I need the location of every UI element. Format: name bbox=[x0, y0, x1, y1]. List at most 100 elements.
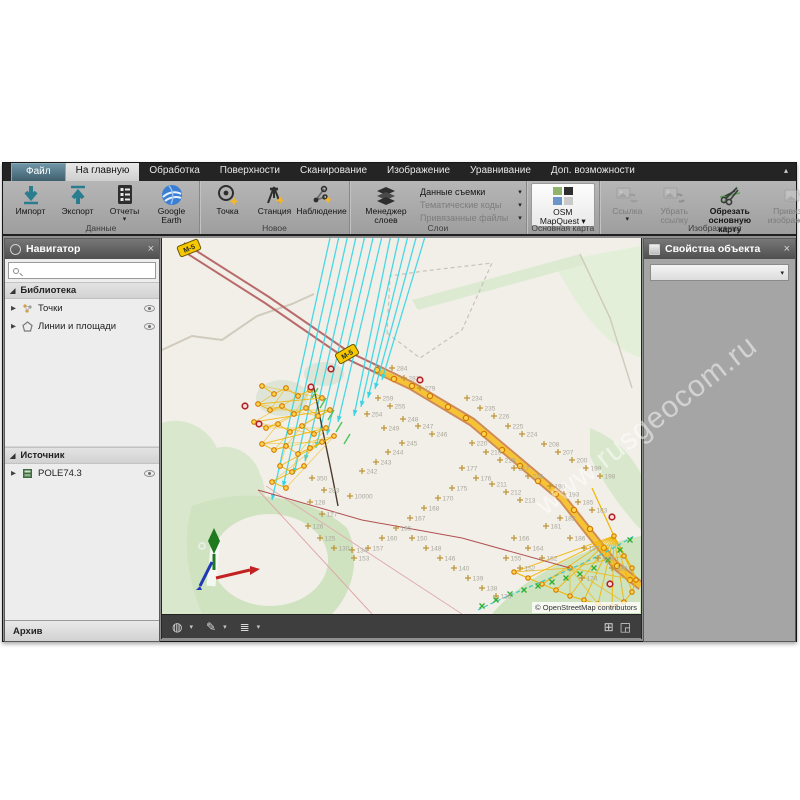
layer-manager-button[interactable]: Менеджерслоев bbox=[354, 183, 418, 225]
survey-point bbox=[445, 404, 450, 409]
ribbon-group-label: Изображения bbox=[600, 223, 800, 233]
point-button[interactable]: Точка bbox=[204, 183, 251, 216]
ribbon-group-label: Слои bbox=[350, 223, 526, 233]
tab-поверхности[interactable]: Поверхности bbox=[210, 163, 290, 181]
point-label: 283 bbox=[329, 488, 340, 495]
survey-point bbox=[409, 383, 414, 388]
chevron-down-icon[interactable]: ▾ bbox=[223, 623, 227, 631]
expander-icon[interactable]: ▶ bbox=[11, 304, 17, 312]
unlink-button[interactable]: Убратьссылку bbox=[651, 183, 698, 225]
tree-item-pole74.3[interactable]: ▶POLE74.3 bbox=[5, 464, 159, 482]
survey-point bbox=[328, 408, 333, 413]
point-label: 166 bbox=[519, 536, 530, 543]
survey-point bbox=[308, 446, 313, 451]
point-label: 212 bbox=[511, 490, 522, 497]
close-icon[interactable]: × bbox=[784, 243, 790, 255]
tab-файл[interactable]: Файл bbox=[11, 163, 66, 181]
chevron-down-icon[interactable]: ▾ bbox=[189, 623, 193, 631]
visibility-eye-icon[interactable] bbox=[144, 470, 155, 477]
map-view: 2842812792592552542482492472462452442432… bbox=[161, 238, 642, 639]
section-header-library[interactable]: ◢ Библиотека bbox=[5, 282, 159, 299]
tab-на-главную[interactable]: На главную bbox=[66, 163, 140, 181]
survey-point bbox=[553, 491, 558, 496]
survey-point bbox=[284, 486, 289, 491]
tab-доп-возможности[interactable]: Доп. возможности bbox=[541, 163, 645, 181]
chevron-down-icon[interactable]: ▾ bbox=[257, 623, 261, 631]
google-earth-button[interactable]: GoogleEarth bbox=[148, 183, 195, 225]
button-label: Ссылка bbox=[612, 207, 642, 216]
point-label: 174 bbox=[587, 576, 598, 583]
section-expander-icon: ◢ bbox=[10, 287, 15, 295]
red-control-point bbox=[256, 421, 262, 427]
tab-изображение[interactable]: Изображение bbox=[377, 163, 460, 181]
visibility-eye-icon[interactable] bbox=[144, 323, 155, 330]
tree-item-точки[interactable]: ▶ Точки bbox=[5, 299, 159, 317]
survey-point bbox=[296, 452, 301, 457]
layers-icon bbox=[373, 184, 399, 206]
expander-icon[interactable]: ▶ bbox=[11, 322, 17, 330]
point-label: 176 bbox=[481, 476, 492, 483]
menu-row-тематические-коды[interactable]: Тематические коды▾ bbox=[420, 200, 522, 210]
point-label: 220 bbox=[477, 441, 488, 448]
red-control-point bbox=[308, 384, 314, 390]
menu-row-привязанные-файлы[interactable]: Привязанные файлы▾ bbox=[420, 213, 522, 223]
import-button[interactable]: Импорт bbox=[7, 183, 54, 216]
visibility-eye-icon[interactable] bbox=[144, 305, 155, 312]
ribbon-collapse-button[interactable]: ▴ bbox=[776, 163, 796, 181]
ribbon-group-label: Основная карта bbox=[527, 223, 599, 233]
point-label: 162 bbox=[547, 556, 558, 563]
survey-point bbox=[300, 424, 305, 429]
navigator-search-input[interactable] bbox=[8, 262, 156, 279]
section-header-source[interactable]: ◢Источник bbox=[5, 447, 159, 464]
snap-tool-icon[interactable]: ◍ bbox=[172, 620, 182, 634]
point-label: 242 bbox=[367, 469, 378, 476]
export-button[interactable]: Экспорт bbox=[54, 183, 101, 216]
areas-icon bbox=[22, 321, 33, 332]
survey-point bbox=[270, 480, 275, 485]
edit-tool-icon[interactable]: ✎ bbox=[206, 620, 216, 634]
object-selector-dropdown[interactable]: ▾ bbox=[650, 264, 789, 281]
station-button[interactable]: Станция bbox=[251, 183, 298, 216]
attach-image-button[interactable]: Привязатьизображение bbox=[762, 183, 800, 225]
link-icon bbox=[615, 184, 639, 206]
close-icon[interactable]: × bbox=[148, 243, 154, 255]
tab-сканирование[interactable]: Сканирование bbox=[290, 163, 377, 181]
survey-point bbox=[332, 434, 337, 439]
zoom-extents-icon[interactable]: ⊞ bbox=[604, 620, 614, 634]
red-control-point bbox=[607, 581, 613, 587]
survey-point bbox=[276, 422, 281, 427]
orbit-view-icon[interactable]: ◲ bbox=[620, 620, 631, 634]
menu-row-данные-съемки[interactable]: Данные съемки▾ bbox=[420, 187, 522, 197]
survey-point bbox=[256, 402, 261, 407]
survey-point bbox=[587, 526, 592, 531]
point-label: 134 bbox=[357, 548, 368, 555]
tree-item-label: Точки bbox=[38, 303, 63, 314]
tab-обработка[interactable]: Обработка bbox=[139, 163, 209, 181]
archive-bar[interactable]: Архив bbox=[5, 620, 159, 641]
observation-button[interactable]: Наблюдение bbox=[298, 183, 345, 216]
point-label: 211 bbox=[497, 482, 508, 489]
map-canvas[interactable]: 2842812792592552542482492472462452442432… bbox=[162, 238, 641, 614]
point-label: 226 bbox=[499, 414, 510, 421]
point-label: 246 bbox=[437, 432, 448, 439]
navigator-title: Навигатор bbox=[26, 243, 80, 255]
ribbon-tab-bar: ФайлНа главнуюОбработкаПоверхностиСканир… bbox=[3, 163, 796, 181]
point-label: 146 bbox=[445, 556, 456, 563]
survey-point bbox=[292, 412, 297, 417]
survey-point bbox=[320, 396, 325, 401]
print-tool-icon[interactable]: ≣ bbox=[240, 620, 250, 634]
expander-icon[interactable]: ▶ bbox=[11, 469, 17, 477]
survey-point bbox=[526, 576, 530, 580]
point-label: 160 bbox=[387, 536, 398, 543]
report-icon bbox=[115, 184, 135, 206]
search-icon bbox=[13, 268, 19, 274]
osm-mapquest-button[interactable]: OSMMapQuest ▾ bbox=[531, 183, 595, 227]
button-label: Экспорт bbox=[62, 207, 94, 216]
reports-button[interactable]: Отчеты▾ bbox=[101, 183, 148, 223]
tree-item-линии-и-площади[interactable]: ▶Линии и площади bbox=[5, 317, 159, 335]
survey-point bbox=[391, 376, 396, 381]
point-label: 185 bbox=[583, 500, 594, 507]
section-label: Библиотека bbox=[20, 285, 76, 296]
tab-уравнивание[interactable]: Уравнивание bbox=[460, 163, 541, 181]
link-button[interactable]: Ссылка▾ bbox=[604, 183, 651, 223]
